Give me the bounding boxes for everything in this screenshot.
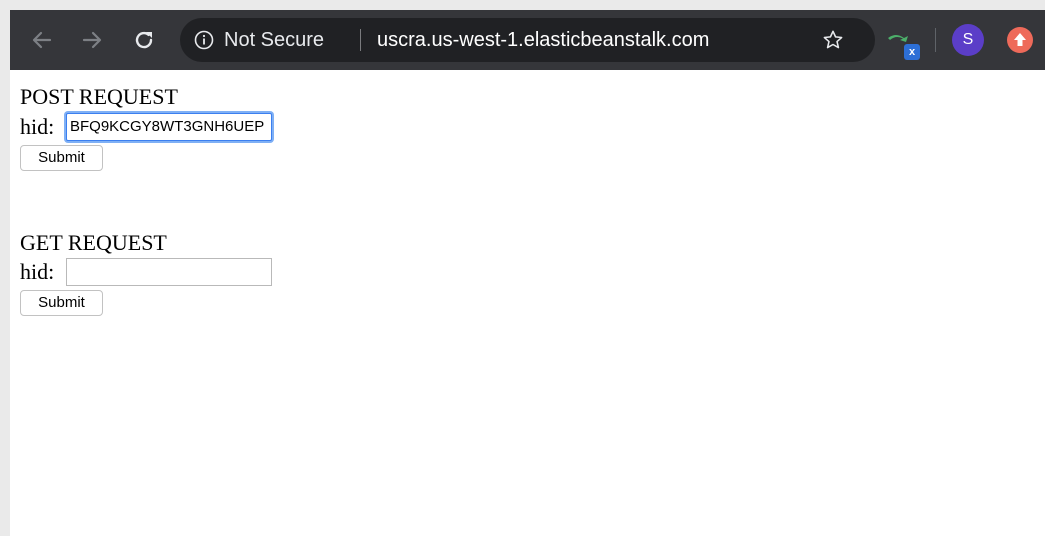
forward-arrow-icon (82, 31, 102, 49)
screenshot-frame: Not Secure uscra.us-west-1.elasticbeanst… (0, 0, 1045, 536)
post-request-heading: POST REQUEST (20, 84, 178, 109)
reload-icon (135, 31, 153, 49)
get-request-heading: GET REQUEST (20, 230, 167, 255)
extension-badge: x (904, 44, 920, 60)
star-icon[interactable] (822, 29, 844, 51)
url-text[interactable]: uscra.us-west-1.elasticbeanstalk.com (377, 18, 709, 62)
page-content: POST REQUEST hid: BFQ9KCGY8WT3GNH6UEP Su… (10, 70, 1045, 536)
browser-toolbar: Not Secure uscra.us-west-1.elasticbeanst… (10, 10, 1045, 70)
security-status-label[interactable]: Not Secure (224, 18, 324, 62)
get-hid-input[interactable] (66, 258, 272, 286)
back-arrow-icon (32, 31, 52, 49)
post-submit-button[interactable]: Submit (20, 145, 103, 171)
profile-avatar[interactable]: S (952, 24, 984, 56)
forward-button[interactable] (76, 24, 108, 56)
post-hid-input[interactable]: BFQ9KCGY8WT3GNH6UEP (66, 113, 272, 141)
info-icon[interactable] (194, 30, 214, 50)
address-bar[interactable]: Not Secure uscra.us-west-1.elasticbeanst… (180, 18, 875, 62)
browser-window: Not Secure uscra.us-west-1.elasticbeanst… (10, 10, 1045, 536)
post-hid-label: hid: (20, 114, 55, 139)
omnibox-divider (360, 29, 361, 51)
get-submit-button[interactable]: Submit (20, 290, 103, 316)
update-icon (1014, 33, 1026, 46)
reload-button[interactable] (128, 24, 160, 56)
update-button[interactable] (1007, 27, 1033, 53)
back-button[interactable] (26, 24, 58, 56)
toolbar-divider (935, 28, 936, 52)
get-hid-label: hid: (20, 259, 55, 284)
